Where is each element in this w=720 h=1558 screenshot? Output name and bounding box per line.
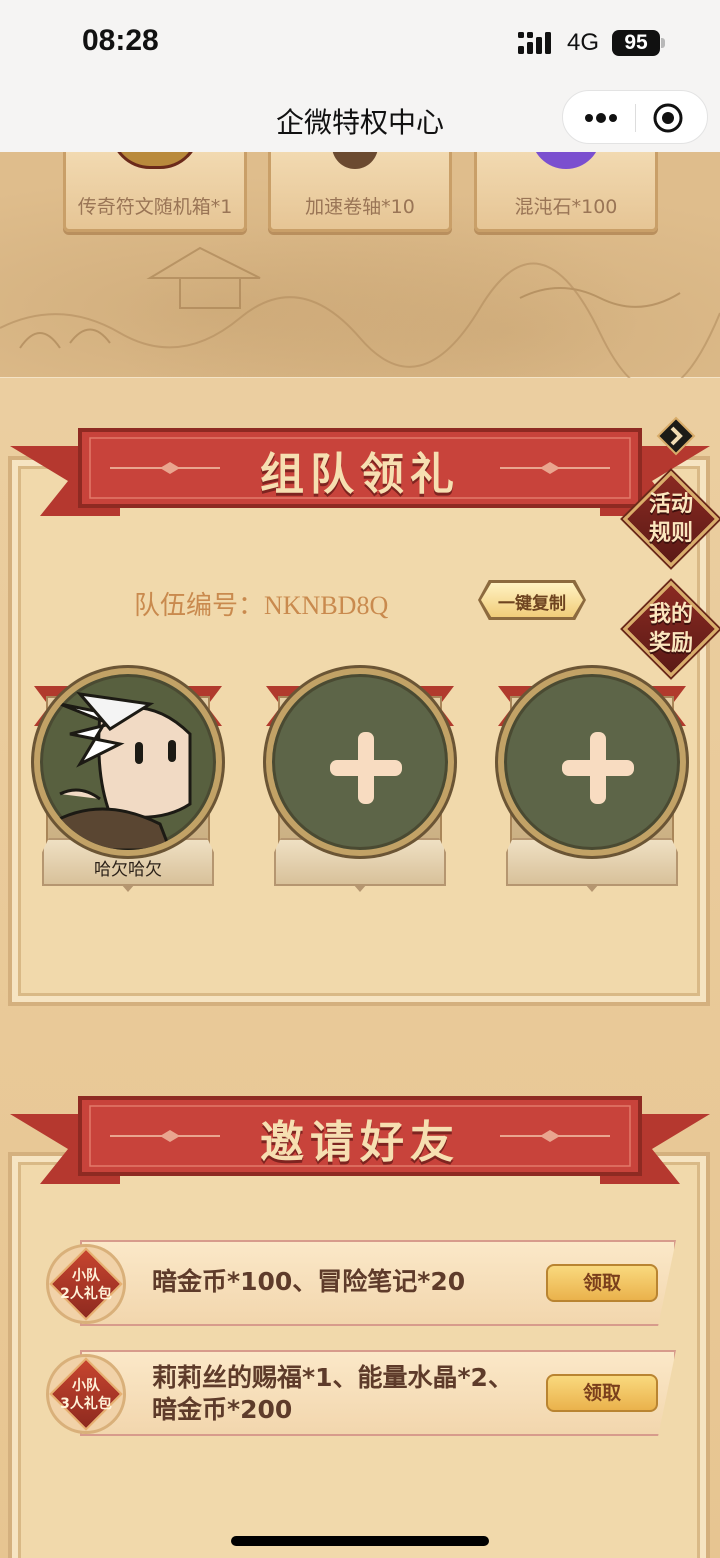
member-slot-1[interactable]: 哈欠哈欠 (30, 668, 226, 894)
activity-rules-button[interactable]: 活动 规则 (622, 470, 720, 568)
battery-icon: 95 (612, 30, 660, 56)
member-name: 哈欠哈欠 (94, 860, 162, 880)
battery-level: 95 (624, 31, 648, 54)
home-indicator (231, 1536, 489, 1546)
map-sketch-decoration (0, 246, 720, 378)
gift-row-2-person: 小队 2人礼包 暗金币*100、冒险笔记*20 领取 (40, 1240, 680, 1330)
name-plate-arrow (585, 884, 599, 892)
plus-icon (562, 732, 634, 804)
reward-label: 传奇符文随机箱*1 (77, 196, 233, 218)
target-close-icon[interactable] (651, 101, 685, 135)
name-plate-arrow (353, 884, 367, 892)
more-dots-icon[interactable] (581, 103, 621, 133)
activity-rules-label: 活动 规则 (648, 492, 693, 546)
page-content: 传奇符文随机箱*1 加速卷轴*10 混沌石*100 组队领礼 活动 规则 我的 … (0, 152, 720, 1558)
gift-badge-3-person: 小队 3人礼包 (40, 1348, 132, 1440)
gift-rewards-text: 暗金币*100、冒险笔记*20 (152, 1267, 466, 1296)
my-rewards-button[interactable]: 我的 奖励 (622, 580, 720, 678)
scroll-icon (331, 152, 378, 169)
my-rewards-label: 我的 奖励 (648, 602, 693, 656)
gift-badge-2-person: 小队 2人礼包 (40, 1238, 132, 1330)
battery-tip (661, 38, 665, 48)
signal-icon (518, 32, 551, 54)
nav-bar: 企微特权中心 (0, 88, 720, 152)
gift-badge-label: 小队 2人礼包 (60, 1268, 112, 1302)
avatar (34, 668, 222, 856)
plus-icon (330, 732, 402, 804)
top-reward-strip: 传奇符文随机箱*1 加速卷轴*10 混沌石*100 (0, 152, 720, 378)
claim-button[interactable]: 领取 (546, 1374, 658, 1412)
team-section-title: 组队领礼 (260, 449, 460, 500)
character-avatar-icon (40, 691, 192, 850)
gift-rewards-text: 莉莉丝的赐福*1、能量水晶*2、 暗金币*200 (152, 1363, 513, 1424)
treasure-box-icon (110, 152, 200, 169)
empty-slot-circle (498, 668, 686, 856)
reward-card-chaos-stone: 混沌石*100 (474, 152, 658, 232)
reward-card-rune-box: 传奇符文随机箱*1 (63, 152, 247, 232)
empty-slot-circle (266, 668, 454, 856)
gift-badge-label: 小队 3人礼包 (60, 1378, 112, 1412)
status-bar: 08:28 4G 95 (0, 0, 720, 88)
name-plate-arrow (121, 884, 135, 892)
copy-team-number-button[interactable]: 一键复制 (478, 580, 586, 620)
network-label: 4G (567, 29, 600, 56)
member-slot-2[interactable] (262, 668, 458, 894)
reward-label: 加速卷轴*10 (305, 196, 415, 218)
invite-section-title: 邀请好友 (260, 1117, 460, 1168)
team-number: 队伍编号：NKNBD8Q (134, 591, 389, 620)
mini-program-capsule (562, 90, 708, 144)
gift-row-3-person: 小队 3人礼包 莉莉丝的赐福*1、能量水晶*2、 暗金币*200 领取 (40, 1350, 680, 1440)
chevron-right-icon[interactable] (656, 416, 696, 456)
capsule-divider (635, 104, 636, 132)
member-slot-3[interactable] (494, 668, 690, 894)
reward-label: 混沌石*100 (514, 196, 618, 218)
reward-card-scroll: 加速卷轴*10 (268, 152, 452, 232)
claim-button[interactable]: 领取 (546, 1264, 658, 1302)
status-time: 08:28 (82, 24, 159, 57)
chaos-stone-icon (531, 152, 601, 169)
copy-button-label: 一键复制 (498, 594, 566, 614)
